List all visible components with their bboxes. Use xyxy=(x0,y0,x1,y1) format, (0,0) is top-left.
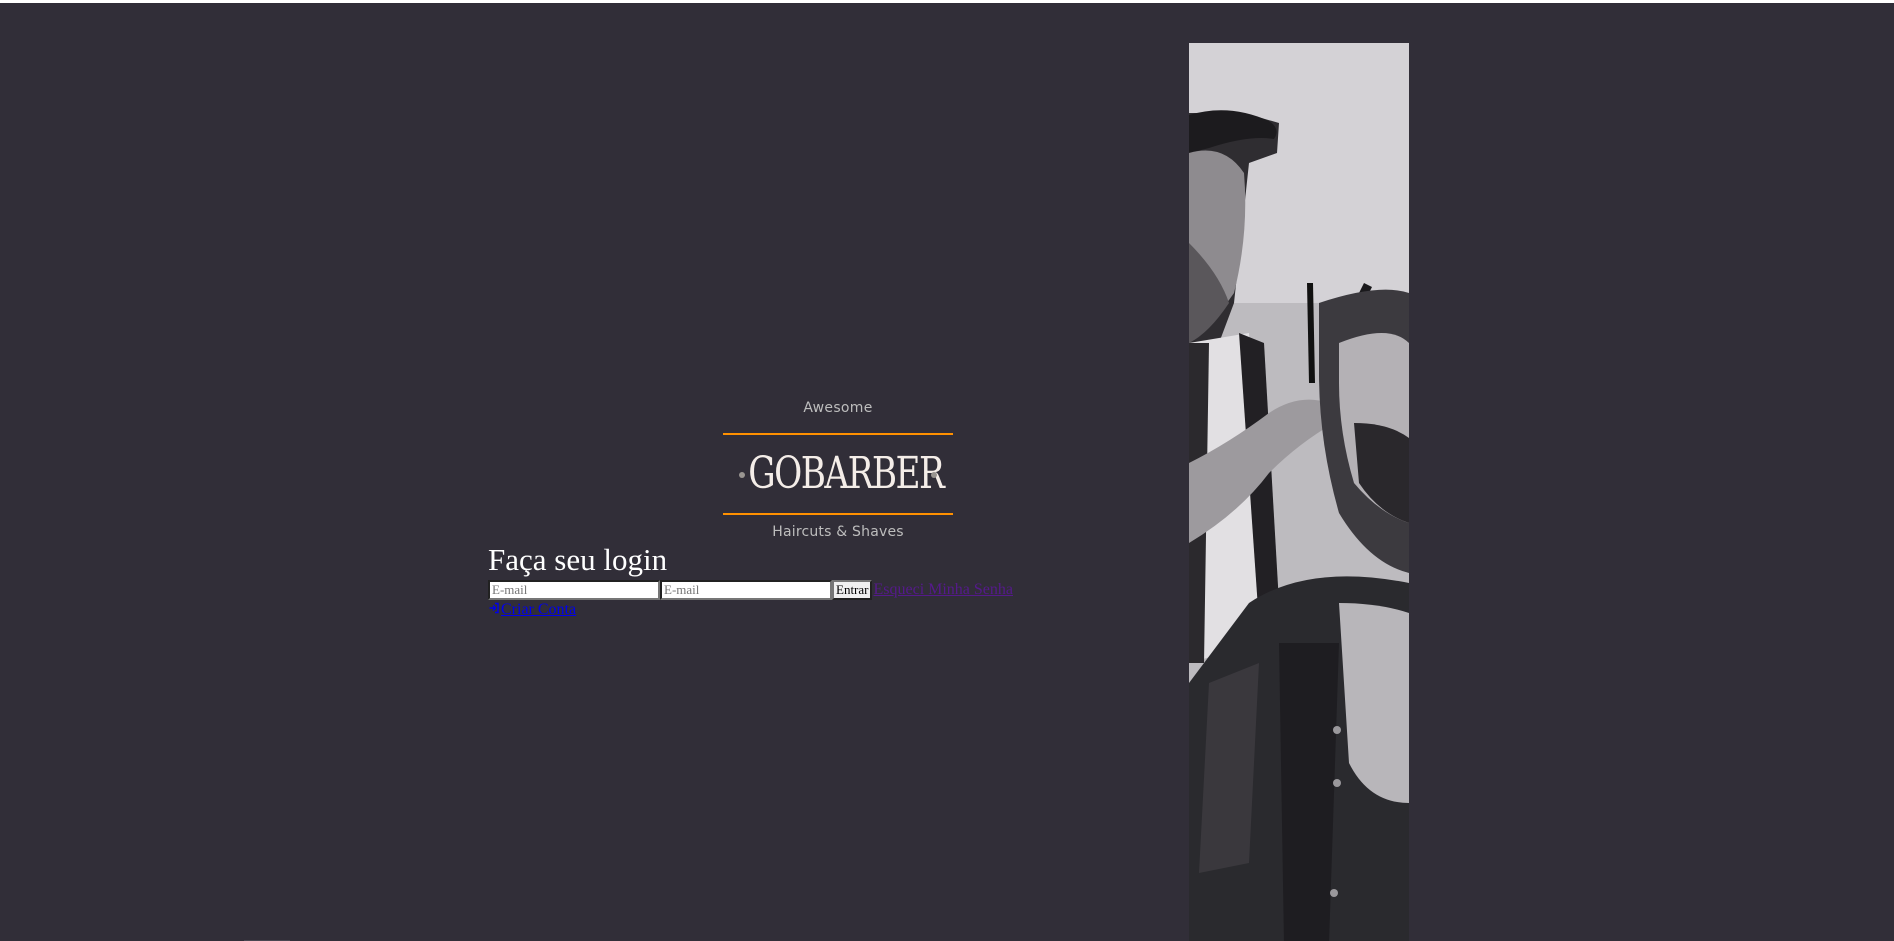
logo-tagline-bottom: Haircuts & Shaves xyxy=(772,524,904,540)
create-account-label: Criar Conta xyxy=(501,601,577,618)
logo-top-rule xyxy=(723,433,953,435)
log-in-icon xyxy=(488,602,500,618)
gobarber-logo: Awesome GOBARBER Haircuts & Shaves xyxy=(723,400,953,548)
password-input[interactable] xyxy=(660,580,832,600)
barber-photo xyxy=(1189,43,1409,941)
create-account-link[interactable]: Criar Conta xyxy=(488,601,576,619)
logo-dot-right xyxy=(931,472,937,478)
login-form: Entrar Esqueci Minha Senha xyxy=(488,580,1013,600)
submit-button[interactable]: Entrar xyxy=(832,580,873,600)
barber-photo-illustration xyxy=(1189,43,1409,941)
logo-dot-left xyxy=(739,472,745,478)
email-input[interactable] xyxy=(488,580,660,600)
sign-in-page: Awesome GOBARBER Haircuts & Shaves Faça … xyxy=(0,3,1894,941)
login-title: Faça seu login xyxy=(488,542,668,577)
logo-bottom-rule xyxy=(723,513,953,515)
logo-tagline-top: Awesome xyxy=(803,400,873,416)
logo-brand-name: GOBARBER xyxy=(748,448,945,499)
forgot-password-link[interactable]: Esqueci Minha Senha xyxy=(873,581,1013,599)
